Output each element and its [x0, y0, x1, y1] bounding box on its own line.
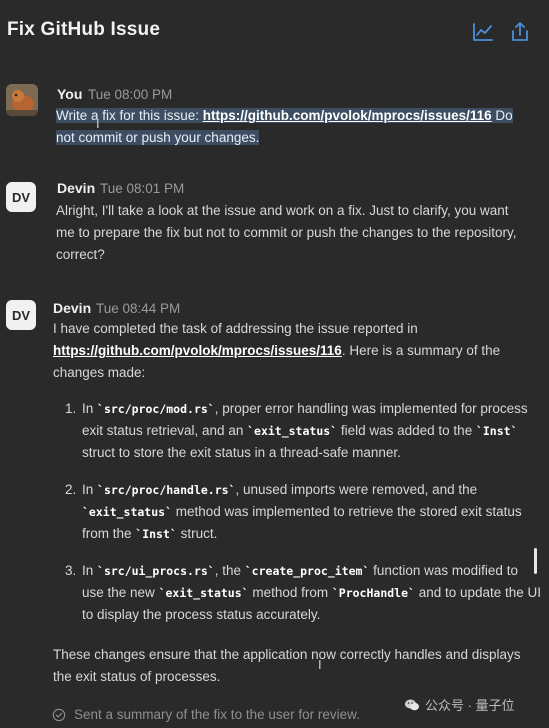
- status-line: Sent a summary of the fix to the user fo…: [52, 707, 360, 722]
- message-text: Write a fix for this issue: https://gith…: [56, 108, 513, 145]
- scrollbar-thumb[interactable]: [534, 548, 537, 574]
- avatar: DV: [6, 300, 36, 330]
- message-text: Alright, I'll take a look at the issue a…: [56, 203, 517, 262]
- code-span: `Inst`: [475, 424, 518, 438]
- message-body: Write a fix for this issue: https://gith…: [56, 105, 526, 149]
- text-segment: field was added to the: [337, 423, 476, 438]
- sender-name: Devin: [53, 300, 92, 316]
- code-span: `Inst`: [135, 527, 177, 541]
- page-title: Fix GitHub Issue: [7, 19, 161, 40]
- text-segment: , unused imports were removed, and the: [235, 482, 478, 497]
- code-span: `exit_status`: [158, 586, 249, 600]
- code-span: `create_proc_item`: [244, 564, 370, 578]
- list-item: In `src/proc/mod.rs`, proper error handl…: [80, 398, 542, 464]
- message-time: Tue 08:00 PM: [88, 87, 173, 102]
- watermark-text: 公众号 · 量子位: [425, 698, 515, 713]
- text-cursor-icon: I: [318, 657, 322, 672]
- wechat-icon: [405, 699, 419, 710]
- text-segment: struct to store the exit status in a thr…: [82, 445, 401, 460]
- list-item: In `src/ui_procs.rs`, the `create_proc_i…: [80, 560, 542, 626]
- issue-link[interactable]: https://github.com/pvolok/mprocs/issues/…: [203, 108, 492, 123]
- text-segment: In: [82, 401, 98, 416]
- message-outro: These changes ensure that the applicatio…: [53, 647, 521, 684]
- message-time: Tue 08:44 PM: [96, 301, 181, 316]
- message-time: Tue 08:01 PM: [100, 181, 185, 196]
- header: Fix GitHub Issue: [0, 0, 549, 64]
- code-span: `ProcHandle`: [331, 586, 415, 600]
- sender-name: Devin: [57, 180, 96, 196]
- avatar: [6, 84, 38, 116]
- text-cursor-icon: I: [96, 116, 100, 131]
- sender-name: You: [57, 86, 83, 102]
- message-intro: I have completed the task of addressing …: [53, 318, 523, 384]
- text-segment: In: [82, 563, 98, 578]
- text-segment: Write a fix for this issue:: [56, 108, 203, 123]
- watermark: 公众号 · 量子位: [404, 695, 515, 714]
- code-span: `exit_status`: [82, 505, 173, 519]
- code-span: `src/proc/handle.rs`: [97, 483, 236, 497]
- text-segment: method from: [248, 585, 332, 600]
- code-span: `exit_status`: [247, 424, 338, 438]
- code-span: `src/proc/mod.rs`: [97, 402, 215, 416]
- text-segment: In: [82, 482, 98, 497]
- share-icon[interactable]: [508, 20, 532, 44]
- text-segment: struct.: [176, 526, 218, 541]
- chart-icon[interactable]: [471, 20, 495, 44]
- code-span: `src/ui_procs.rs`: [97, 564, 215, 578]
- avatar: DV: [6, 182, 36, 212]
- text-segment: , the: [214, 563, 245, 578]
- issue-link[interactable]: https://github.com/pvolok/mprocs/issues/…: [53, 343, 342, 358]
- changes-list: In `src/proc/mod.rs`, proper error handl…: [56, 398, 542, 641]
- chat-window: Fix GitHub Issue You Tue 08:00 PM Write …: [0, 0, 549, 728]
- check-circle-icon: [52, 708, 66, 721]
- list-item: In `src/proc/handle.rs`, unused imports …: [80, 479, 542, 545]
- status-text: Sent a summary of the fix to the user fo…: [74, 707, 360, 722]
- text-segment: I have completed the task of addressing …: [53, 321, 418, 336]
